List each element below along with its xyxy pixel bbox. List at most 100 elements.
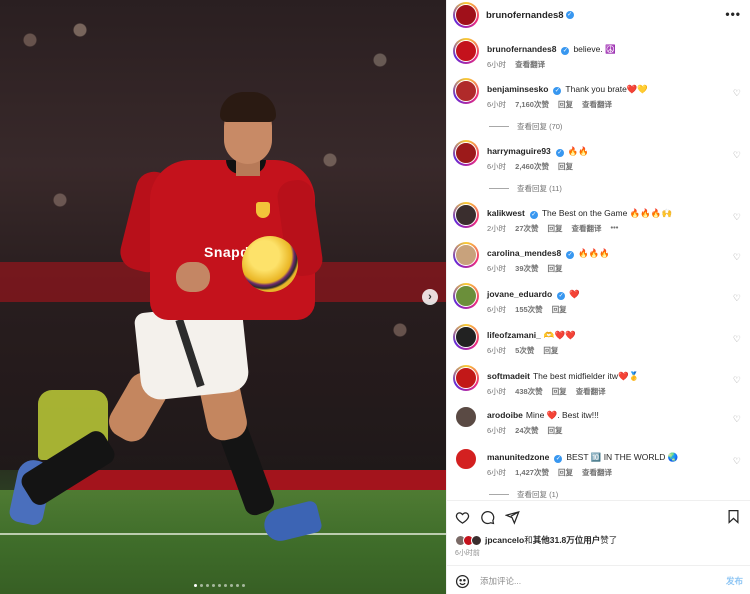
comment-like-icon[interactable]: ♡ (733, 334, 741, 345)
post-button[interactable]: 发布 (726, 575, 743, 587)
comment-input[interactable] (480, 576, 700, 586)
verified-badge-icon: ✓ (565, 11, 574, 19)
comment-like-count[interactable]: 1,427次赞 (515, 467, 549, 478)
commenter-username[interactable]: brunofernandes8 (487, 44, 556, 54)
reply-button[interactable]: 回复 (543, 345, 558, 356)
comment-like-count[interactable]: 27次赞 (515, 223, 538, 234)
translate-button[interactable]: 查看翻译 (576, 386, 606, 397)
post-photo: Snapdragon › (0, 0, 446, 594)
comment-more-icon[interactable]: ••• (611, 223, 619, 234)
view-replies-button[interactable]: 查看回复 (70) (489, 121, 562, 132)
commenter-username[interactable]: harrymaguire93 (487, 146, 551, 156)
likes-text[interactable]: jpcancelo和其他31.8万位用户赞了 (485, 534, 617, 546)
comment-text: Mine ❤️. Best itw!!! (525, 410, 599, 420)
liker-username[interactable]: jpcancelo (485, 535, 524, 545)
comment-like-count[interactable]: 7,160次赞 (515, 99, 549, 110)
reply-button[interactable]: 回复 (558, 467, 573, 478)
post-time[interactable]: 6小时前 (455, 548, 480, 558)
reply-button[interactable]: 回复 (548, 425, 563, 436)
view-replies-button[interactable]: 查看回复 (1) (489, 489, 558, 500)
comment-like-count[interactable]: 5次赞 (515, 345, 534, 356)
verified-badge-icon: ✓ (529, 211, 538, 219)
commenter-username[interactable]: softmadeit (487, 371, 530, 381)
comment-like-count[interactable]: 24次赞 (515, 425, 538, 436)
comment-time: 2小时 (487, 224, 507, 233)
instagram-post-dialog: Snapdragon › brunofernandes8 ✓ ••• bruno… (0, 0, 750, 594)
comment-text: Thank you brate❤️💛 (565, 84, 649, 94)
comment-like-icon[interactable]: ♡ (733, 88, 741, 99)
commenter-avatar[interactable] (453, 365, 479, 391)
heart-icon[interactable] (455, 510, 470, 527)
commenter-avatar[interactable] (453, 283, 479, 309)
post-header: brunofernandes8 ✓ ••• (447, 0, 750, 30)
verified-badge-icon: ✓ (566, 251, 575, 259)
commenter-avatar[interactable] (453, 38, 479, 64)
action-bar (455, 509, 745, 527)
commenter-avatar[interactable] (453, 78, 479, 104)
comment-like-icon[interactable]: ♡ (733, 212, 741, 223)
player-figure: Snapdragon (0, 0, 446, 594)
likes-others[interactable]: 其他31.8万位用户 (533, 535, 601, 545)
translate-button[interactable]: 查看翻译 (515, 59, 545, 70)
left-sock (17, 427, 119, 509)
commenter-username[interactable]: arodoibe (487, 410, 523, 420)
author-username[interactable]: brunofernandes8 (486, 10, 564, 21)
comment-time: 6小时 (487, 60, 507, 69)
carousel-dot (218, 584, 221, 587)
football (242, 236, 298, 292)
more-options-icon[interactable]: ••• (725, 7, 741, 21)
commenter-username[interactable]: carolina_mendes8 (487, 248, 561, 258)
send-icon[interactable] (504, 510, 520, 527)
comment-like-icon[interactable]: ♡ (733, 150, 741, 161)
translate-button[interactable]: 查看翻译 (582, 99, 612, 110)
commenter-avatar[interactable] (455, 406, 477, 428)
commenter-username[interactable]: manunitedzone (487, 452, 549, 462)
liker-avatar (471, 534, 482, 546)
translate-button[interactable]: 查看翻译 (582, 467, 612, 478)
comment-like-count[interactable]: 39次赞 (515, 263, 538, 274)
comment-text: believe. ☮️ (573, 44, 616, 54)
author-avatar[interactable] (453, 2, 479, 28)
commenter-avatar[interactable] (453, 202, 479, 228)
comment-text: 🔥🔥🔥 (578, 248, 610, 258)
fist (176, 262, 210, 292)
comment-icon[interactable] (480, 510, 495, 527)
reply-button[interactable]: 回复 (552, 304, 567, 315)
commenter-username[interactable]: jovane_eduardo (487, 289, 552, 299)
commenter-username[interactable]: lifeofzamani_ (487, 330, 541, 340)
carousel-dot (236, 584, 239, 587)
club-crest (256, 202, 270, 218)
chevron-right-icon: › (428, 291, 432, 303)
commenter-avatar[interactable] (453, 140, 479, 166)
next-photo-button[interactable]: › (422, 289, 438, 305)
comment-like-icon[interactable]: ♡ (733, 375, 741, 386)
comment-like-icon[interactable]: ♡ (733, 456, 741, 467)
verified-badge-icon: ✓ (561, 47, 570, 55)
comments-list: brunofernandes8 ✓ believe. ☮️ 6小时 查看翻译 benjam… (447, 32, 750, 500)
bookmark-icon[interactable] (726, 509, 741, 526)
reply-button[interactable]: 回复 (548, 263, 563, 274)
reply-button[interactable]: 回复 (558, 99, 573, 110)
translate-button[interactable]: 查看翻译 (572, 223, 602, 234)
carousel-dots (194, 584, 245, 587)
commenter-username[interactable]: kalikwest (487, 208, 525, 218)
carousel-dot (212, 584, 215, 587)
reply-button[interactable]: 回复 (552, 386, 567, 397)
view-replies-button[interactable]: 查看回复 (11) (489, 183, 562, 194)
commenter-avatar[interactable] (453, 242, 479, 268)
comment-like-icon[interactable]: ♡ (733, 414, 741, 425)
comment-like-icon[interactable]: ♡ (733, 293, 741, 304)
comment-like-count[interactable]: 2,460次赞 (515, 161, 549, 172)
section-divider (447, 565, 750, 566)
likes-and: 和 (524, 535, 533, 545)
smiley-icon[interactable] (455, 574, 470, 589)
reply-button[interactable]: 回复 (558, 161, 573, 172)
comment-like-count[interactable]: 438次赞 (515, 386, 543, 397)
comment-time: 6小时 (487, 468, 507, 477)
commenter-avatar[interactable] (455, 448, 477, 470)
reply-button[interactable]: 回复 (548, 223, 563, 234)
commenter-username[interactable]: benjaminsesko (487, 84, 548, 94)
comment-like-count[interactable]: 155次赞 (515, 304, 543, 315)
commenter-avatar[interactable] (453, 324, 479, 350)
comment-like-icon[interactable]: ♡ (733, 252, 741, 263)
